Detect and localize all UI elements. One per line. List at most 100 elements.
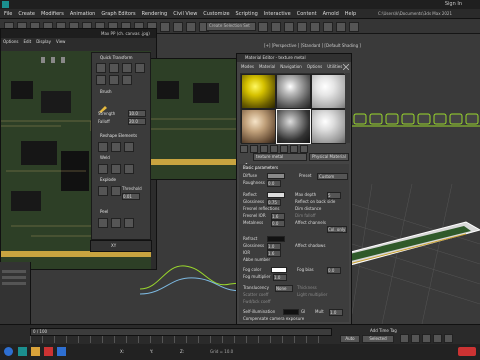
fog-bias-field[interactable]: 0.0 xyxy=(327,267,341,274)
scene-list-item[interactable] xyxy=(2,276,26,279)
affect-shadows-checkbox[interactable]: Affect shadows xyxy=(295,243,325,248)
sample-slot-5-selected[interactable] xyxy=(276,109,311,144)
model-parts-row[interactable] xyxy=(352,104,480,132)
pin-icon[interactable] xyxy=(111,218,121,228)
next-frame-icon[interactable] xyxy=(433,334,442,343)
section-quick-transform[interactable]: Quick Transform xyxy=(100,55,132,60)
brush-icon[interactable] xyxy=(98,98,108,113)
relax-icon[interactable] xyxy=(98,142,108,152)
image-viewer-menu-edit[interactable]: Edit xyxy=(23,39,31,44)
reflect-color-swatch[interactable] xyxy=(267,192,285,198)
put-to-scene-icon[interactable] xyxy=(250,145,258,153)
threshold-field[interactable]: 0.01 xyxy=(122,193,140,200)
sample-slot-1[interactable] xyxy=(241,74,276,109)
weld-icon[interactable] xyxy=(98,164,108,174)
material-name-field[interactable]: texture metal xyxy=(253,153,307,161)
mirror-u-icon[interactable] xyxy=(135,63,145,73)
strength-field[interactable]: 10.0 xyxy=(128,110,146,117)
reflect-backside-checkbox[interactable]: Reflect on back side xyxy=(295,199,335,204)
play-icon[interactable] xyxy=(422,334,431,343)
get-material-icon[interactable] xyxy=(240,145,248,153)
section-weld[interactable]: Weld xyxy=(100,155,110,160)
ior-field[interactable]: 1.6 xyxy=(267,250,281,257)
align-horizontal-icon[interactable] xyxy=(96,63,106,73)
menu-arnold[interactable]: Arnold xyxy=(323,11,339,17)
affect-channels-dropdown[interactable]: Col. only xyxy=(327,226,347,233)
menu-create[interactable]: Create xyxy=(18,11,35,17)
dim-distance-checkbox[interactable]: Dim distance xyxy=(295,206,321,211)
go-to-start-icon[interactable] xyxy=(400,334,409,343)
fresnel-ior-field[interactable]: 1.6 xyxy=(271,213,285,220)
sign-in-link[interactable]: Sign In xyxy=(445,1,462,7)
copy-icon[interactable] xyxy=(280,145,288,153)
viewport-label[interactable]: [+] [Perspective ] [Standard ] [Default … xyxy=(264,43,361,48)
selection-set-dropdown[interactable]: Create Selection Set xyxy=(206,22,256,31)
fresnel-checkbox[interactable]: Fresnel reflections xyxy=(243,206,279,211)
time-slider[interactable]: 0 / 100 xyxy=(30,328,332,336)
space-icon[interactable] xyxy=(109,75,119,85)
falloff-field[interactable]: 20.0 xyxy=(128,118,146,125)
image-viewer-titlebar[interactable]: Max PP (ch. canvas .jpg) xyxy=(1,29,156,38)
material-editor-icon[interactable] xyxy=(323,22,333,32)
flip-icon[interactable] xyxy=(96,75,106,85)
add-time-tag[interactable]: Add Time Tag xyxy=(370,328,397,333)
scene-explorer[interactable] xyxy=(0,262,31,324)
layer-icon[interactable] xyxy=(284,22,294,32)
metalness-field[interactable]: 0.0 xyxy=(271,220,285,227)
menu-options[interactable]: Options xyxy=(307,64,322,69)
sample-slot-6[interactable] xyxy=(311,109,346,144)
notification-badge[interactable] xyxy=(458,347,476,356)
timeline-ruler[interactable] xyxy=(30,336,330,343)
workspace-path[interactable]: C:\Users\k\Documents\3ds Max 2021 xyxy=(378,11,452,16)
render-icon[interactable] xyxy=(349,22,359,32)
unpin-icon[interactable] xyxy=(124,218,134,228)
image-viewer-menu-display[interactable]: Display xyxy=(36,39,51,44)
glossiness-field[interactable]: 0.75 xyxy=(267,199,281,206)
browser-icon[interactable] xyxy=(44,347,53,356)
refract-color-swatch[interactable] xyxy=(267,236,285,242)
material-editor-titlebar[interactable]: Material Editor - texture metal xyxy=(237,54,351,71)
menu-interactive[interactable]: Interactive xyxy=(264,11,291,17)
fog-color-swatch[interactable] xyxy=(271,267,287,273)
menu-file[interactable]: File xyxy=(4,11,12,17)
explode-icon[interactable] xyxy=(98,186,108,196)
image-viewer-menu-view[interactable]: View xyxy=(56,39,66,44)
schematic-icon[interactable] xyxy=(310,22,320,32)
abbe-checkbox[interactable]: Abbe number xyxy=(243,257,270,262)
timeline[interactable]: 0 / 100 Add Time Tag Auto Selected xyxy=(0,324,480,345)
section-brush[interactable]: Brush xyxy=(100,89,112,94)
reset-icon[interactable] xyxy=(270,145,278,153)
menu-civil-view[interactable]: Civil View xyxy=(173,11,197,17)
place-icon[interactable] xyxy=(160,22,170,32)
menu-scripting[interactable]: Scripting xyxy=(236,11,258,17)
straighten-icon[interactable] xyxy=(122,75,132,85)
material-editor-window[interactable]: Material Editor - texture metal Modes Ma… xyxy=(236,53,352,326)
straighten-edge-icon[interactable] xyxy=(111,142,121,152)
selected-dropdown[interactable]: Selected xyxy=(362,335,394,343)
self-illum-color-swatch[interactable] xyxy=(283,309,299,315)
scene-list-item[interactable] xyxy=(2,282,26,285)
menu-rendering[interactable]: Rendering xyxy=(142,11,168,17)
max-app-icon[interactable] xyxy=(18,347,27,356)
xy-toggle[interactable]: XY xyxy=(111,243,116,248)
align-vertical-icon[interactable] xyxy=(109,63,119,73)
menu-help[interactable]: Help xyxy=(345,11,356,17)
photoshop-icon[interactable] xyxy=(57,347,66,356)
image-viewer-menu-options[interactable]: Options xyxy=(3,39,18,44)
section-peel[interactable]: Peel xyxy=(100,209,108,214)
max-depth-field[interactable]: 5 xyxy=(327,192,341,199)
menu-modifiers[interactable]: Modifiers xyxy=(41,11,64,17)
unique-icon[interactable] xyxy=(290,145,298,153)
auto-key-button[interactable]: Auto xyxy=(340,335,360,343)
scene-list-item[interactable] xyxy=(2,270,26,273)
show-map-icon[interactable] xyxy=(300,145,308,153)
close-icon[interactable] xyxy=(468,1,476,16)
compensate-exposure-checkbox[interactable]: Compensate camera exposure xyxy=(243,316,304,321)
angle-snap-icon[interactable] xyxy=(186,22,196,32)
start-icon[interactable] xyxy=(4,347,13,356)
menu-navigation[interactable]: Navigation xyxy=(280,64,302,69)
menu-modes[interactable]: Modes xyxy=(241,64,254,69)
menu-graph-editors[interactable]: Graph Editors xyxy=(101,11,135,17)
fog-multiplier-field[interactable]: 1.0 xyxy=(273,274,287,281)
prev-frame-icon[interactable] xyxy=(411,334,420,343)
